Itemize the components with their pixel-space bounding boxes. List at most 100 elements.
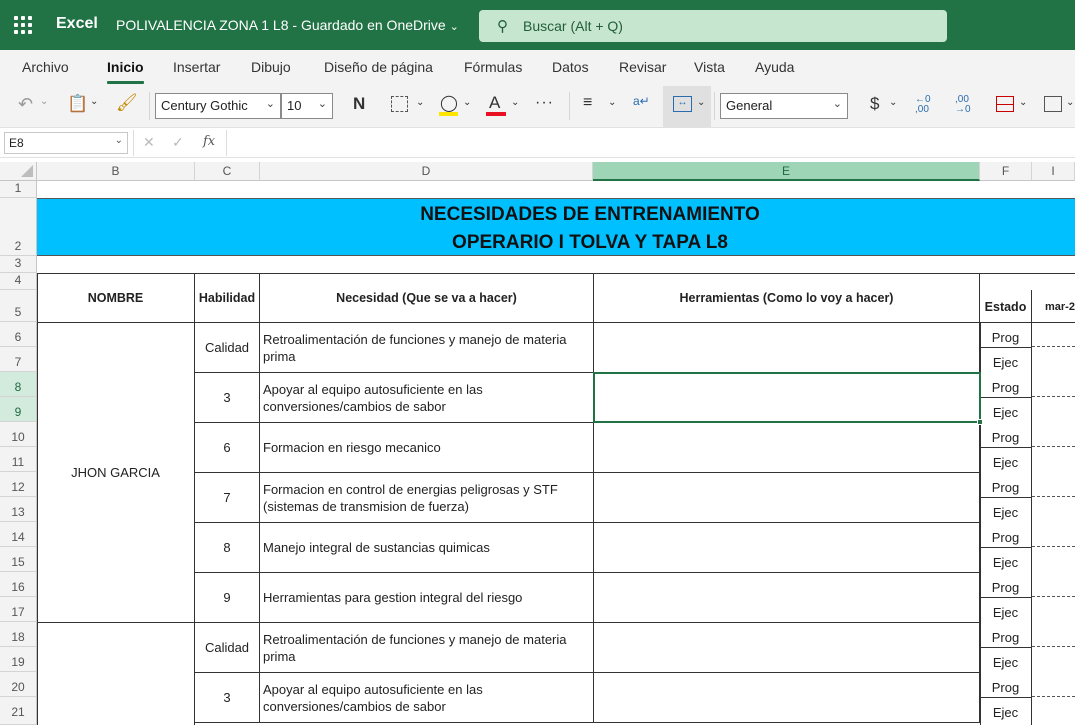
header-herramientas[interactable]: Herramientas (Como lo voy a hacer) (594, 273, 980, 323)
herramientas-cell[interactable] (594, 623, 980, 673)
estado-ejec[interactable]: Ejec (980, 355, 1032, 370)
merge-dropdown-icon[interactable]: ⌄ (697, 97, 705, 121)
herramientas-cell[interactable] (594, 523, 980, 573)
estado-prog[interactable]: Prog (980, 330, 1032, 345)
format-painter-icon[interactable]: 🖌 (116, 93, 138, 117)
habilidad-cell[interactable]: 6 (195, 423, 260, 473)
necesidad-cell[interactable]: Retroalimentación de funciones y manejo … (260, 623, 594, 673)
row-header[interactable]: 10 (0, 422, 37, 447)
font-size-select[interactable]: 10 ⌄ (281, 93, 333, 119)
schedule-cell[interactable] (1032, 596, 1075, 597)
formula-input[interactable] (230, 135, 1070, 153)
tab-formulas[interactable]: Fórmulas (464, 59, 522, 75)
estado-prog[interactable]: Prog (980, 380, 1032, 395)
undo-icon[interactable]: ↶ (18, 94, 33, 118)
row-header[interactable]: 2 (0, 198, 37, 256)
borders-dropdown-icon[interactable]: ⌄ (416, 97, 424, 121)
more-options-icon[interactable]: ··· (535, 94, 554, 118)
necesidad-cell[interactable]: Apoyar al equipo autosuficiente en las c… (260, 673, 594, 723)
select-all-button[interactable] (0, 162, 37, 181)
header-necesidad[interactable]: Necesidad (Que se va a hacer) (260, 273, 594, 323)
fill-handle[interactable] (977, 419, 983, 425)
align-dropdown-icon[interactable]: ⌄ (608, 97, 616, 121)
row-header[interactable]: 17 (0, 597, 37, 622)
column-header-d[interactable]: D (260, 162, 593, 181)
estado-ejec[interactable]: Ejec (980, 605, 1032, 620)
tab-revisar[interactable]: Revisar (619, 59, 666, 75)
undo-dropdown-icon[interactable]: ⌄ (40, 96, 48, 120)
column-header-b[interactable]: B (37, 162, 195, 181)
align-icon[interactable]: ≡ (583, 94, 592, 118)
necesidad-cell[interactable]: Manejo integral de sustancias quimicas (260, 523, 594, 573)
currency-button[interactable]: $ (870, 94, 879, 118)
row-header[interactable]: 16 (0, 572, 37, 597)
estado-prog[interactable]: Prog (980, 430, 1032, 445)
habilidad-cell[interactable]: Calidad (195, 623, 260, 673)
estado-prog[interactable]: Prog (980, 480, 1032, 495)
herramientas-cell[interactable] (594, 573, 980, 623)
estado-ejec[interactable]: Ejec (980, 655, 1032, 670)
paste-dropdown-icon[interactable]: ⌄ (90, 96, 98, 120)
herramientas-cell[interactable] (594, 423, 980, 473)
row-header[interactable]: 21 (0, 697, 37, 725)
header-habilidad[interactable]: Habilidad (195, 273, 260, 323)
fill-color-dropdown-icon[interactable]: ⌄ (463, 97, 471, 121)
herramientas-cell[interactable] (594, 323, 980, 373)
estado-ejec[interactable]: Ejec (980, 555, 1032, 570)
schedule-cell[interactable] (1032, 646, 1075, 647)
row-header[interactable]: 3 (0, 256, 37, 273)
tab-inicio[interactable]: Inicio (107, 59, 144, 84)
habilidad-cell[interactable]: 3 (195, 373, 260, 423)
row-header[interactable]: 7 (0, 347, 37, 372)
person-name-cell[interactable] (37, 623, 195, 725)
schedule-cell[interactable] (1032, 546, 1075, 547)
estado-prog[interactable]: Prog (980, 580, 1032, 595)
font-color-dropdown-icon[interactable]: ⌄ (511, 97, 519, 121)
document-title[interactable]: POLIVALENCIA ZONA 1 L8 - Guardado en One… (116, 17, 459, 33)
tab-datos[interactable]: Datos (552, 59, 589, 75)
enter-icon[interactable]: ✓ (172, 134, 184, 151)
row-header[interactable]: 14 (0, 522, 37, 547)
schedule-cell[interactable] (1032, 446, 1075, 447)
row-header[interactable]: 6 (0, 322, 37, 347)
borders-icon[interactable] (391, 96, 408, 112)
habilidad-cell[interactable]: 7 (195, 473, 260, 523)
row-header[interactable]: 8 (0, 372, 37, 397)
paste-icon[interactable]: 📋 (67, 94, 88, 118)
schedule-cell[interactable] (1032, 396, 1075, 397)
person-name-cell[interactable]: JHON GARCIA (37, 323, 195, 623)
conditional-format-icon[interactable] (996, 96, 1014, 112)
insert-function-button[interactable]: fx (203, 134, 215, 149)
tab-insertar[interactable]: Insertar (173, 59, 220, 75)
tab-diseno-de-pagina[interactable]: Diseño de página (324, 59, 433, 75)
estado-ejec[interactable]: Ejec (980, 405, 1032, 420)
app-launcher-icon[interactable] (14, 16, 32, 34)
wrap-text-icon[interactable]: a↵ (633, 94, 650, 118)
necesidad-cell[interactable]: Formacion en riesgo mecanico (260, 423, 594, 473)
habilidad-cell[interactable]: 3 (195, 673, 260, 723)
estado-ejec[interactable]: Ejec (980, 455, 1032, 470)
row-header[interactable]: 18 (0, 622, 37, 647)
app-name[interactable]: Excel (56, 15, 98, 33)
header-month[interactable]: mar-2 (1032, 290, 1075, 323)
tab-vista[interactable]: Vista (694, 59, 725, 75)
name-box[interactable]: E8 ⌄ (4, 132, 128, 154)
necesidad-cell[interactable]: Retroalimentación de funciones y manejo … (260, 323, 594, 373)
row-header[interactable]: 5 (0, 290, 37, 322)
row-header[interactable]: 1 (0, 181, 37, 198)
row-header[interactable]: 12 (0, 472, 37, 497)
habilidad-cell[interactable]: 9 (195, 573, 260, 623)
tab-ayuda[interactable]: Ayuda (755, 59, 794, 75)
habilidad-cell[interactable]: 8 (195, 523, 260, 573)
decrease-decimal-icon[interactable]: ,00 →0 (955, 95, 971, 119)
number-format-select[interactable]: General ⌄ (720, 93, 848, 119)
conditional-format-dropdown-icon[interactable]: ⌄ (1019, 97, 1027, 121)
font-name-select[interactable]: Century Gothic ⌄ (155, 93, 281, 119)
herramientas-cell[interactable] (594, 473, 980, 523)
header-estado[interactable]: Estado (980, 290, 1032, 323)
search-box[interactable]: ⚲ Buscar (Alt + Q) (479, 10, 947, 42)
format-table-dropdown-icon[interactable]: ⌄ (1066, 97, 1074, 121)
row-header[interactable]: 9 (0, 397, 37, 422)
column-header-i[interactable]: I (1032, 162, 1075, 181)
header-nombre[interactable]: NOMBRE (37, 273, 195, 323)
